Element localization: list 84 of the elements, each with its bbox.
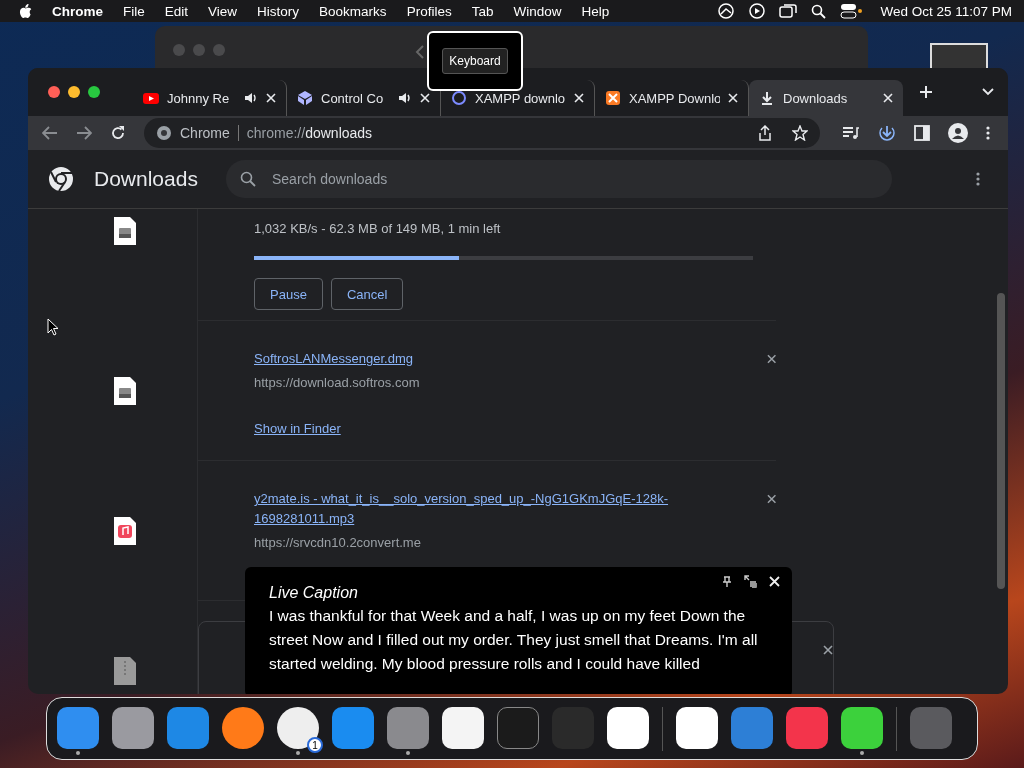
star-icon[interactable] xyxy=(792,125,808,141)
forward-arrow-icon[interactable] xyxy=(76,126,92,140)
search-icon xyxy=(240,171,256,187)
trash-icon[interactable] xyxy=(910,707,952,749)
page-title: Downloads xyxy=(94,167,199,191)
search-icon[interactable] xyxy=(811,3,827,19)
source-url: https://download.softros.com xyxy=(254,375,421,390)
media-icon[interactable] xyxy=(842,126,860,140)
browser-tab[interactable]: Downloads xyxy=(749,80,903,116)
app-icon[interactable] xyxy=(841,707,883,749)
audio-file-icon xyxy=(114,517,136,545)
caption-text: I was thankful for that Week and a half, I was up on my feet Down the street Now and I filled out my order. They just smell that Dreams. I'm all started welding. My blood pressure rolls and I could have killed xyxy=(269,606,759,674)
window-controls-icon[interactable] xyxy=(48,86,100,98)
menu-bar-clock[interactable]: Wed Oct 25 11:07 PM xyxy=(880,3,1012,19)
more-menu-icon[interactable] xyxy=(986,126,990,140)
close-tab-icon[interactable] xyxy=(883,93,893,103)
menu-item[interactable]: Window xyxy=(513,3,562,19)
close-icon[interactable] xyxy=(823,645,833,655)
menu-item[interactable]: Help xyxy=(581,3,610,19)
app-menu[interactable]: Chrome xyxy=(52,3,103,19)
close-tab-icon[interactable] xyxy=(266,93,276,103)
more-menu-icon[interactable] xyxy=(976,172,980,186)
back-arrow-icon[interactable] xyxy=(42,126,58,140)
app-icon[interactable] xyxy=(112,707,154,749)
url-text: chrome://downloads xyxy=(246,125,373,141)
tab-favicon-icon xyxy=(451,90,467,106)
windows-icon[interactable] xyxy=(779,3,798,19)
chevron-down-icon[interactable] xyxy=(982,88,994,96)
show-in-finder-link[interactable]: Show in Finder xyxy=(254,421,341,436)
reload-icon[interactable] xyxy=(110,125,126,141)
search-field[interactable]: Search downloads xyxy=(226,160,892,198)
speaker-icon[interactable] xyxy=(398,92,412,104)
close-tab-icon[interactable] xyxy=(728,93,738,103)
download-status: 1,032 KB/s - 62.3 MB of 149 MB, 1 min left xyxy=(254,221,502,236)
new-tab-icon[interactable] xyxy=(919,85,933,99)
menu-item[interactable]: History xyxy=(257,3,300,19)
close-icon[interactable] xyxy=(766,494,776,504)
mouse-pointer-icon xyxy=(47,318,59,336)
chrome-logo-icon xyxy=(156,125,172,141)
file-name-link[interactable]: SoftrosLANMessenger.dmg xyxy=(254,349,723,369)
app-icon[interactable] xyxy=(222,707,264,749)
scrollbar[interactable] xyxy=(997,293,1005,589)
close-tab-icon[interactable] xyxy=(574,93,584,103)
tab-favicon-icon xyxy=(759,90,775,106)
close-tab-icon[interactable] xyxy=(420,93,430,103)
chrome-logo-icon xyxy=(48,166,74,192)
control-center-icon[interactable] xyxy=(840,3,863,19)
app-icon[interactable] xyxy=(676,707,718,749)
close-icon[interactable] xyxy=(766,354,776,364)
cancel-button[interactable]: Cancel xyxy=(330,278,404,310)
screenshot-thumbnail[interactable] xyxy=(930,43,988,68)
share-icon[interactable] xyxy=(758,125,772,141)
download-icon[interactable] xyxy=(878,124,896,142)
disk-image-file-icon xyxy=(114,217,136,245)
tab-favicon-icon xyxy=(297,90,313,106)
profile-icon[interactable] xyxy=(948,123,968,143)
menu-item[interactable]: View xyxy=(208,3,238,19)
side-panel-icon[interactable] xyxy=(914,125,930,141)
tooltip-label: Keyboard xyxy=(442,48,508,74)
speaker-icon[interactable] xyxy=(244,92,258,104)
tab-favicon-icon xyxy=(605,90,621,106)
file-icon xyxy=(114,657,136,685)
caption-title: Live Caption xyxy=(269,584,359,602)
apple-icon[interactable] xyxy=(19,3,32,19)
window-controls-icon xyxy=(173,44,225,56)
address-bar[interactable]: Chrome chrome://downloads xyxy=(144,118,820,148)
play-icon[interactable] xyxy=(749,3,766,19)
status-icon[interactable] xyxy=(717,2,736,20)
file-name-link[interactable]: y2mate.is - what_it_is__solo_version_sped_up_-NgG1GKmJGqE-128k-1698281011.mp3 xyxy=(254,489,723,529)
menu-item[interactable]: Tab xyxy=(471,3,494,19)
disk-image-file-icon xyxy=(114,377,136,405)
notification-badge: 1 xyxy=(307,737,323,753)
menu-item[interactable]: Bookmarks xyxy=(319,3,387,19)
source-url: https://srvcdn10.2convert.me xyxy=(254,535,422,550)
app-icon[interactable] xyxy=(442,707,484,749)
pause-button[interactable]: Pause xyxy=(254,278,323,310)
menu-item[interactable]: Edit xyxy=(164,3,189,19)
site-label: Chrome xyxy=(180,125,230,141)
menu-item[interactable]: Profiles xyxy=(406,3,452,19)
tab-favicon-icon xyxy=(143,90,159,106)
expand-icon[interactable] xyxy=(744,575,757,588)
menu-item[interactable]: File xyxy=(123,3,145,19)
pin-icon[interactable] xyxy=(722,575,732,588)
app-icon[interactable] xyxy=(607,707,649,749)
